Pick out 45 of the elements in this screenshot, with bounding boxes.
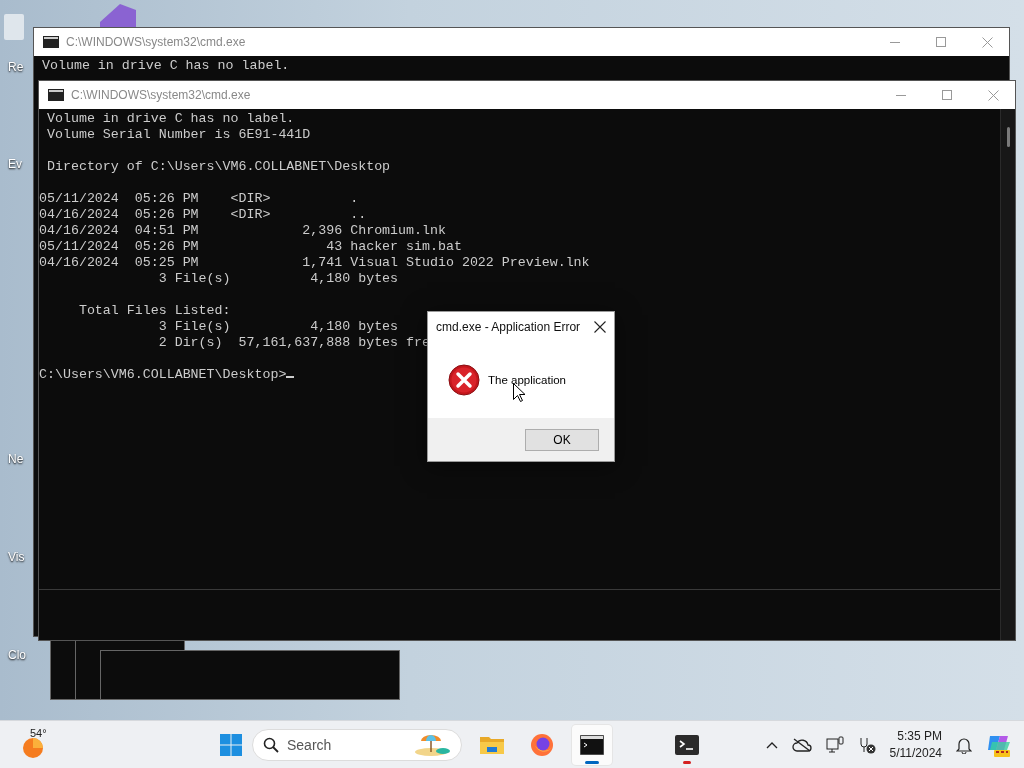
console-line: 04/16/2024 04:51 PM 2,396 Chromium.lnk <box>39 223 446 239</box>
search-icon <box>263 736 279 753</box>
terminal-icon <box>675 734 699 755</box>
plug-icon[interactable] <box>857 735 876 754</box>
console-line: 04/16/2024 05:26 PM <DIR> .. <box>39 207 367 223</box>
console-icon <box>580 734 604 755</box>
text-cursor <box>286 376 295 378</box>
console-line: Volume Serial Number is 6E91-441D <box>45 127 311 143</box>
error-icon <box>448 364 480 396</box>
browser-icon <box>530 732 554 757</box>
ok-button[interactable]: OK <box>525 428 599 451</box>
chevron-up-icon[interactable] <box>765 740 778 749</box>
command-prompt[interactable]: C:\Users\VM6.COLLABNET\Desktop> <box>39 367 287 383</box>
taskbar-app[interactable] <box>572 724 612 765</box>
console-line: Directory of C:\Users\VM6.COLLABNET\Desktop <box>45 159 391 175</box>
close-icon[interactable] <box>594 321 606 333</box>
console-line: Volume in drive C has no label. <box>40 58 290 74</box>
date: 5/11/2024 <box>889 744 942 762</box>
console-line: Total Files Listed: <box>77 303 231 319</box>
dialog-title: cmd.exe - Application Error <box>436 320 581 334</box>
console-icon <box>43 36 59 48</box>
window-title: C:\WINDOWS\system32\cmd.exe <box>71 88 252 102</box>
temperature[interactable]: 54° <box>30 726 47 739</box>
clock[interactable]: 5:35 PM 5/11/2024 <box>889 727 942 762</box>
scroll-thumb[interactable] <box>1006 127 1010 147</box>
console-line: 3 File(s) 4,180 bytes <box>157 271 399 287</box>
time: 5:35 PM <box>897 727 942 745</box>
cloud-off-icon[interactable] <box>791 737 812 752</box>
console-icon <box>48 89 64 101</box>
error-message: The application <box>488 374 566 386</box>
window-title: C:\WINDOWS\system32\cmd.exe <box>66 35 247 49</box>
console-line: 05/11/2024 05:26 PM <DIR> . <box>39 191 359 207</box>
console-line: 04/16/2024 05:25 PM 1,741 Visual Studio 2022 Preview.lnk <box>39 255 590 271</box>
console-line: 3 File(s) 4,180 bytes <box>157 319 399 335</box>
start-icon[interactable] <box>220 733 242 756</box>
beach-umbrella-icon[interactable] <box>413 732 453 757</box>
bell-icon[interactable] <box>956 735 972 754</box>
maximize-icon[interactable] <box>942 90 952 100</box>
console-line: 05/11/2024 05:26 PM 43 hacker sim.bat <box>39 239 462 255</box>
search-field[interactable]: Search <box>252 728 462 761</box>
display-icon[interactable] <box>825 735 844 754</box>
scrollbar[interactable] <box>1000 109 1015 640</box>
console-line: Volume in drive C has no label. <box>45 111 295 127</box>
weather-icon[interactable] <box>22 736 44 759</box>
maximize-icon[interactable] <box>936 37 946 47</box>
